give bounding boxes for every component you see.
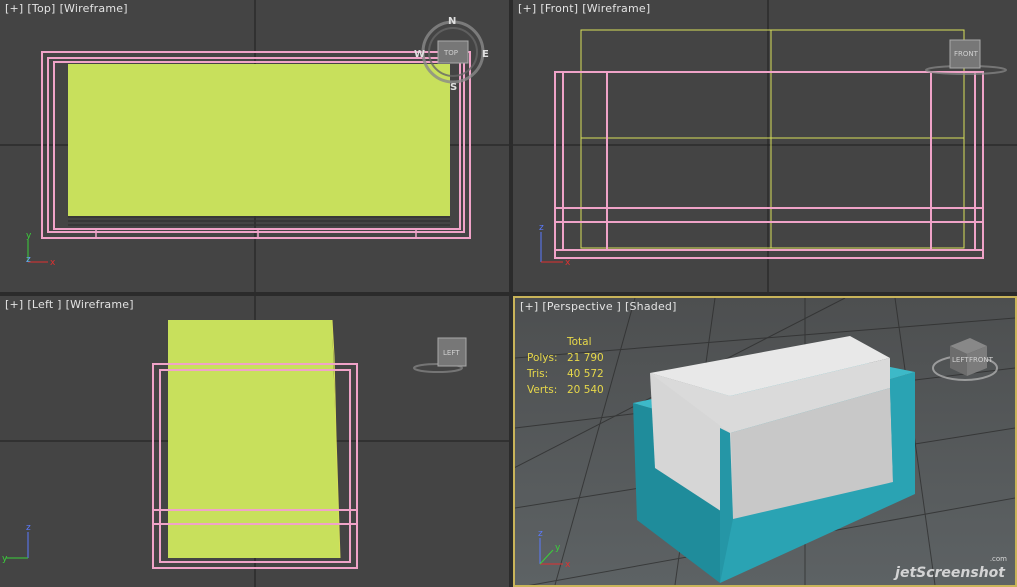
viewport-top-mode[interactable]: [Wireframe] bbox=[60, 2, 128, 15]
viewport-front[interactable]: FRONT z x [+] [Front] [Wireframe] bbox=[513, 0, 1017, 292]
svg-text:z: z bbox=[26, 523, 31, 533]
svg-text:y: y bbox=[26, 231, 32, 241]
viewport-left-canvas: LEFT z y bbox=[0, 296, 509, 587]
viewport-top-plus[interactable]: [+] bbox=[5, 2, 23, 15]
svg-text:x: x bbox=[565, 258, 571, 268]
svg-text:N: N bbox=[448, 16, 456, 27]
watermark-logo: jetScreenshot bbox=[895, 565, 1005, 581]
stats-polys: Polys: 21 790 bbox=[527, 352, 604, 364]
stats-overlay: Total Polys: 21 790 Tris: 40 572 Verts: 20 … bbox=[527, 334, 627, 398]
viewport-left-mode[interactable]: [Wireframe] bbox=[66, 298, 134, 311]
svg-text:FRONT: FRONT bbox=[969, 356, 994, 364]
svg-text:z: z bbox=[26, 255, 31, 265]
top-cushion-fill bbox=[68, 64, 450, 216]
viewport-front-view[interactable]: [Front] bbox=[540, 2, 578, 15]
viewport-perspective-view[interactable]: [Perspective ] bbox=[542, 300, 621, 313]
viewport-top-canvas: TOP N S E W y x z bbox=[0, 0, 509, 292]
stats-header: Total bbox=[567, 336, 592, 348]
axis-gizmo-left: z y bbox=[2, 523, 31, 564]
viewport-front-label[interactable]: [+] [Front] [Wireframe] bbox=[518, 2, 654, 15]
watermark-domain: .com bbox=[989, 555, 1007, 563]
svg-text:y: y bbox=[555, 543, 561, 553]
svg-text:LEFT: LEFT bbox=[443, 349, 460, 357]
viewcube-top-label: TOP bbox=[443, 49, 458, 57]
svg-text:W: W bbox=[414, 49, 425, 60]
viewcube-left[interactable]: LEFT bbox=[413, 337, 467, 373]
viewport-front-canvas: FRONT z x bbox=[513, 0, 1017, 292]
viewcube-front[interactable]: FRONT bbox=[925, 39, 1007, 75]
viewport-front-plus[interactable]: [+] bbox=[518, 2, 536, 15]
svg-text:y: y bbox=[2, 554, 8, 564]
svg-text:E: E bbox=[482, 49, 489, 60]
svg-text:x: x bbox=[50, 258, 56, 268]
stats-verts: Verts: 20 540 bbox=[527, 384, 604, 396]
svg-text:z: z bbox=[538, 529, 543, 539]
viewport-left-label[interactable]: [+] [Left ] [Wireframe] bbox=[5, 298, 138, 311]
viewport-left[interactable]: LEFT z y [+] [Left ] [Wireframe] bbox=[0, 296, 509, 587]
stats-tris: Tris: 40 572 bbox=[527, 368, 604, 380]
viewport-top-view[interactable]: [Top] bbox=[27, 2, 55, 15]
svg-text:x: x bbox=[565, 560, 571, 570]
viewport-perspective-mode[interactable]: [Shaded] bbox=[625, 300, 677, 313]
front-cushion-wire bbox=[580, 29, 965, 249]
left-cushion-fill bbox=[168, 320, 340, 558]
svg-text:FRONT: FRONT bbox=[954, 50, 979, 58]
svg-text:z: z bbox=[539, 223, 544, 233]
svg-text:S: S bbox=[450, 82, 457, 93]
viewport-perspective[interactable]: LEFT FRONT z x y [+] [Perspective ] [Shade… bbox=[513, 296, 1017, 587]
viewport-perspective-label[interactable]: [+] [Perspective ] [Shaded] bbox=[520, 300, 681, 313]
viewport-perspective-plus[interactable]: [+] bbox=[520, 300, 538, 313]
viewport-top[interactable]: TOP N S E W y x z [+] [Top] [Wireframe] bbox=[0, 0, 509, 292]
viewport-left-plus[interactable]: [+] bbox=[5, 298, 23, 311]
viewport-top-label[interactable]: [+] [Top] [Wireframe] bbox=[5, 2, 132, 15]
viewport-front-mode[interactable]: [Wireframe] bbox=[582, 2, 650, 15]
viewport-left-view[interactable]: [Left ] bbox=[27, 298, 61, 311]
front-sofa-wire bbox=[554, 71, 984, 259]
svg-text:LEFT: LEFT bbox=[952, 356, 969, 364]
